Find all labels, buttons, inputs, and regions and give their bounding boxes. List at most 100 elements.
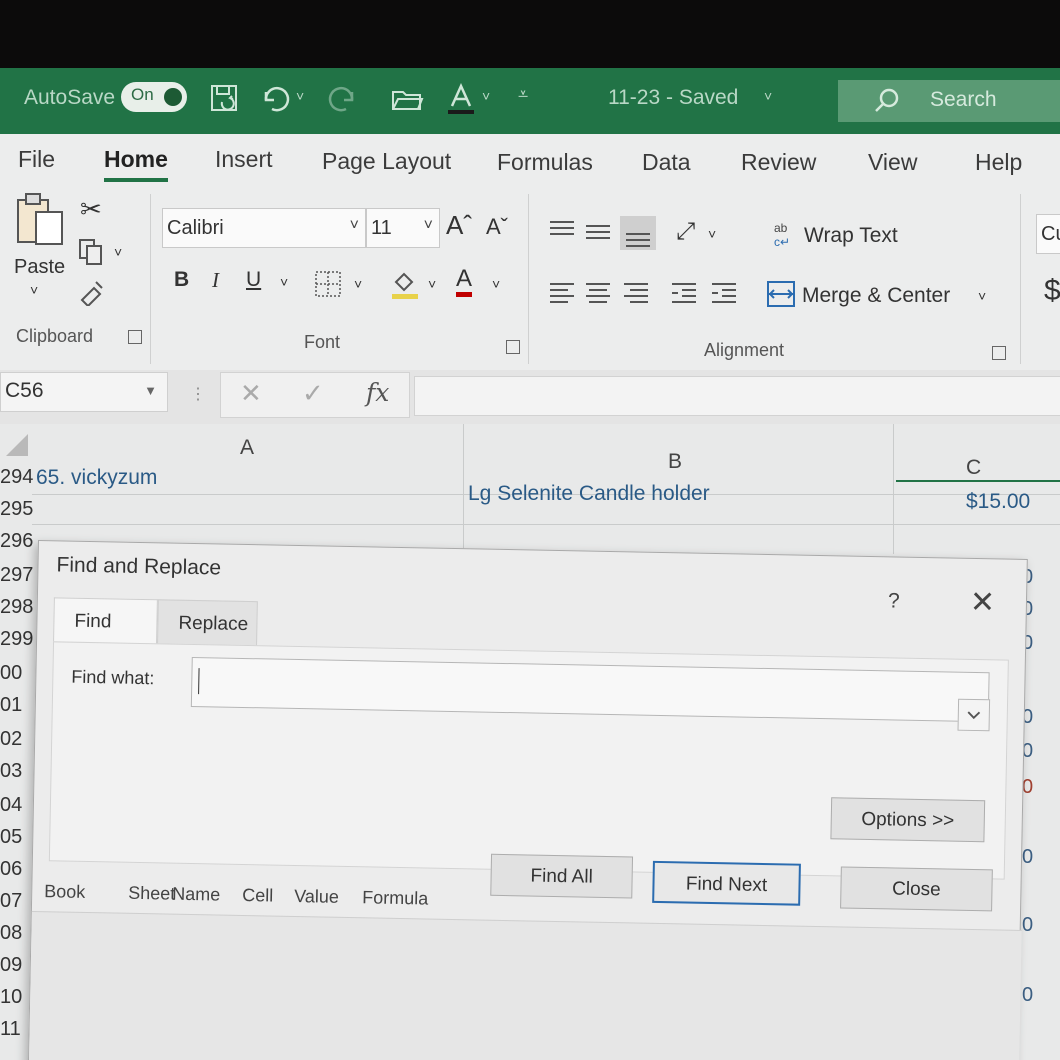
- help-icon[interactable]: ?: [888, 589, 900, 613]
- tab-help[interactable]: Help: [975, 149, 1022, 176]
- tab-replace[interactable]: Replace: [157, 599, 258, 648]
- font-color-dropdown-icon[interactable]: ˅: [492, 276, 500, 292]
- font-color-button[interactable]: A: [456, 266, 473, 297]
- results-column-sheet[interactable]: Sheet: [128, 883, 175, 905]
- underline-button[interactable]: U: [246, 268, 261, 292]
- row-number[interactable]: 294: [0, 466, 33, 489]
- paste-dropdown-icon[interactable]: ˅: [30, 282, 38, 298]
- customize-toolbar-icon[interactable]: ⩡: [518, 84, 528, 105]
- cell-value-partial[interactable]: 0: [1022, 914, 1033, 937]
- autosave-toggle[interactable]: On: [121, 82, 187, 112]
- wrap-text-icon[interactable]: ab c↵: [772, 220, 800, 250]
- tab-insert[interactable]: Insert: [215, 146, 273, 173]
- orientation-icon[interactable]: ⤢: [676, 218, 695, 246]
- insert-function-button[interactable]: fx: [366, 378, 389, 407]
- document-title[interactable]: 11-23 - Saved: [608, 86, 738, 110]
- bold-button[interactable]: B: [174, 268, 189, 292]
- font-color-dropdown-icon[interactable]: ˅: [482, 88, 490, 104]
- shrink-font-button[interactable]: Aˇ: [486, 214, 508, 240]
- enter-entry-icon[interactable]: ✓: [302, 378, 324, 409]
- row-number[interactable]: 295: [0, 498, 33, 521]
- currency-format-button[interactable]: $: [1044, 274, 1060, 308]
- cut-icon[interactable]: ✂: [80, 194, 102, 225]
- row-number[interactable]: 02: [0, 728, 32, 751]
- save-icon[interactable]: [208, 82, 242, 116]
- grow-font-button[interactable]: Aˆ: [446, 210, 472, 241]
- tab-formulas[interactable]: Formulas: [497, 149, 593, 176]
- close-icon[interactable]: ✕: [970, 585, 996, 620]
- row-number[interactable]: 298: [0, 596, 33, 619]
- tab-review[interactable]: Review: [741, 149, 816, 176]
- options-button[interactable]: Options >>: [830, 797, 986, 843]
- tab-view[interactable]: View: [868, 149, 917, 176]
- orientation-dropdown-icon[interactable]: ˅: [708, 226, 716, 242]
- formula-input[interactable]: [414, 376, 1060, 416]
- cell-value-partial[interactable]: 0: [1022, 984, 1033, 1007]
- results-column-name[interactable]: Name: [172, 884, 220, 906]
- tab-find[interactable]: Find: [53, 597, 158, 646]
- row-number[interactable]: 297: [0, 564, 33, 587]
- borders-dropdown-icon[interactable]: ˅: [354, 276, 362, 292]
- tab-home[interactable]: Home: [104, 146, 168, 173]
- select-all-icon[interactable]: [4, 432, 30, 458]
- close-button[interactable]: Close: [840, 866, 993, 912]
- title-chevron-icon[interactable]: ˅: [764, 88, 772, 104]
- clipboard-launcher-icon[interactable]: [128, 330, 142, 344]
- cell-c294[interactable]: $15.00: [966, 490, 1030, 514]
- font-color-quick-icon[interactable]: [446, 82, 480, 116]
- horizontal-align-icons[interactable]: [548, 278, 742, 308]
- row-number[interactable]: 08: [0, 922, 32, 945]
- redo-icon[interactable]: [326, 82, 360, 116]
- cell-value-partial[interactable]: 0: [1022, 776, 1033, 799]
- row-number[interactable]: 11: [0, 1018, 32, 1041]
- open-folder-icon[interactable]: [390, 82, 424, 116]
- row-number[interactable]: 05: [0, 826, 32, 849]
- column-header-b[interactable]: B: [668, 450, 682, 474]
- formula-bar-grip-icon[interactable]: ⋮: [190, 384, 206, 404]
- row-number[interactable]: 03: [0, 760, 32, 783]
- find-history-dropdown[interactable]: [957, 698, 991, 732]
- results-column-value[interactable]: Value: [294, 886, 339, 908]
- wrap-text-button[interactable]: Wrap Text: [804, 224, 898, 248]
- font-size-combo[interactable]: 11 ˅: [366, 208, 440, 248]
- find-next-button[interactable]: Find Next: [652, 860, 801, 906]
- results-column-cell[interactable]: Cell: [242, 885, 273, 907]
- alignment-launcher-icon[interactable]: [992, 346, 1006, 360]
- format-painter-icon[interactable]: [78, 278, 106, 308]
- cell-value-partial[interactable]: 0: [1022, 846, 1033, 869]
- search-box[interactable]: Search: [838, 80, 1060, 122]
- find-what-input[interactable]: [190, 656, 991, 732]
- italic-button[interactable]: I: [212, 268, 219, 293]
- column-header-c[interactable]: C: [966, 456, 981, 480]
- results-column-formula[interactable]: Formula: [362, 887, 428, 909]
- borders-icon[interactable]: [314, 270, 342, 298]
- row-number[interactable]: 07: [0, 890, 32, 913]
- results-list[interactable]: [28, 910, 1022, 1060]
- find-all-button[interactable]: Find All: [490, 853, 634, 899]
- row-number[interactable]: 06: [0, 858, 32, 881]
- cancel-entry-icon[interactable]: ✕: [240, 378, 262, 409]
- name-box[interactable]: C56 ▼: [0, 372, 168, 412]
- merge-dropdown-icon[interactable]: ˅: [978, 288, 986, 304]
- row-number[interactable]: 00: [0, 662, 32, 685]
- paste-icon[interactable]: [14, 192, 66, 248]
- row-number[interactable]: 09: [0, 954, 32, 977]
- merge-center-icon[interactable]: [766, 280, 796, 308]
- fill-color-icon[interactable]: [390, 268, 420, 300]
- copy-icon[interactable]: [78, 238, 106, 266]
- tab-page-layout[interactable]: Page Layout: [322, 148, 451, 175]
- cell-a294[interactable]: 65. vickyzum: [36, 466, 157, 490]
- number-format-combo[interactable]: Cu: [1036, 214, 1060, 254]
- paste-label[interactable]: Paste: [14, 256, 65, 279]
- cell-b294[interactable]: Lg Selenite Candle holder: [468, 482, 710, 506]
- undo-icon[interactable]: [258, 82, 292, 116]
- row-number[interactable]: 01: [0, 694, 32, 717]
- copy-dropdown-icon[interactable]: ˅: [114, 244, 122, 260]
- results-column-book[interactable]: Book: [44, 881, 85, 903]
- row-number[interactable]: 04: [0, 794, 32, 817]
- font-launcher-icon[interactable]: [506, 340, 520, 354]
- merge-center-button[interactable]: Merge & Center: [802, 284, 950, 308]
- column-header-a[interactable]: A: [240, 436, 254, 460]
- undo-dropdown-icon[interactable]: ˅: [296, 88, 304, 104]
- row-number[interactable]: 299: [0, 628, 33, 651]
